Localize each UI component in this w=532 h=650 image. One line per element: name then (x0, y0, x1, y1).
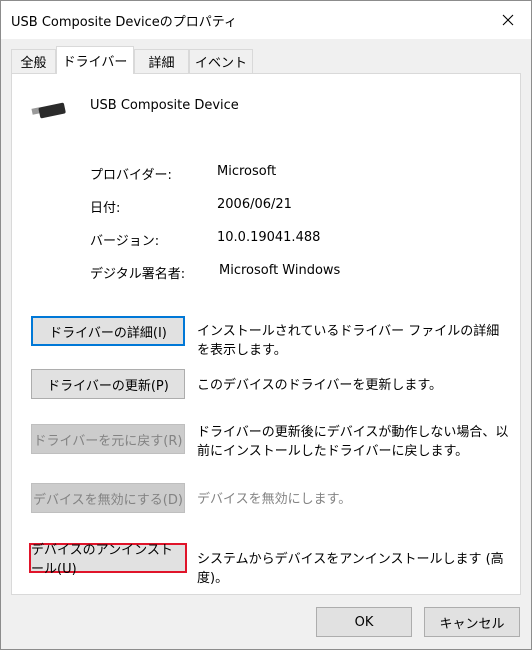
close-icon (502, 14, 514, 26)
properties-dialog: USB Composite Deviceのプロパティ 全般 ドライバー 詳細 イ… (0, 0, 532, 650)
driver-details-description: インストールされているドライバー ファイルの詳細を表示します。 (197, 324, 500, 358)
rollback-driver-description: ドライバーの更新後にデバイスが動作しない場合、以前にインストールしたドライバーに… (197, 425, 509, 459)
uninstall-device-button[interactable]: デバイスのアンインストール(U) (29, 543, 187, 577)
uninstall-device-description: システムからデバイスをアンインストールします (高度)。 (197, 552, 504, 586)
provider-value: Microsoft (217, 164, 277, 179)
tab-events[interactable]: イベント (189, 49, 253, 73)
tab-details[interactable]: 詳細 (134, 49, 189, 73)
close-button[interactable] (485, 1, 531, 39)
digital-signer-label: デジタル署名者: (90, 267, 186, 282)
driver-tab-panel: USB Composite Device プロバイダー: Microsoft 日… (11, 73, 521, 595)
ok-button[interactable]: OK (316, 607, 412, 637)
date-label: 日付: (90, 201, 121, 216)
version-value: 10.0.19041.488 (217, 230, 321, 245)
tab-general[interactable]: 全般 (11, 49, 56, 73)
update-driver-description: このデバイスのドライバーを更新します。 (197, 378, 443, 393)
provider-label: プロバイダー: (90, 168, 172, 183)
rollback-driver-button[interactable]: ドライバーを元に戻す(R) (31, 424, 185, 454)
disable-device-description: デバイスを無効にします。 (197, 492, 352, 507)
disable-device-button[interactable]: デバイスを無効にする(D) (31, 483, 185, 513)
tab-driver[interactable]: ドライバー (56, 46, 134, 74)
device-name: USB Composite Device (90, 98, 239, 113)
window-title: USB Composite Deviceのプロパティ (11, 15, 238, 30)
usb-connector-icon (31, 102, 66, 119)
cancel-button[interactable]: キャンセル (424, 607, 520, 637)
date-value: 2006/06/21 (217, 197, 292, 212)
title-bar: USB Composite Deviceのプロパティ (1, 1, 531, 39)
update-driver-button[interactable]: ドライバーの更新(P) (31, 369, 185, 399)
driver-details-button[interactable]: ドライバーの詳細(I) (31, 316, 185, 346)
version-label: バージョン: (90, 234, 160, 249)
digital-signer-value: Microsoft Windows (219, 263, 341, 278)
